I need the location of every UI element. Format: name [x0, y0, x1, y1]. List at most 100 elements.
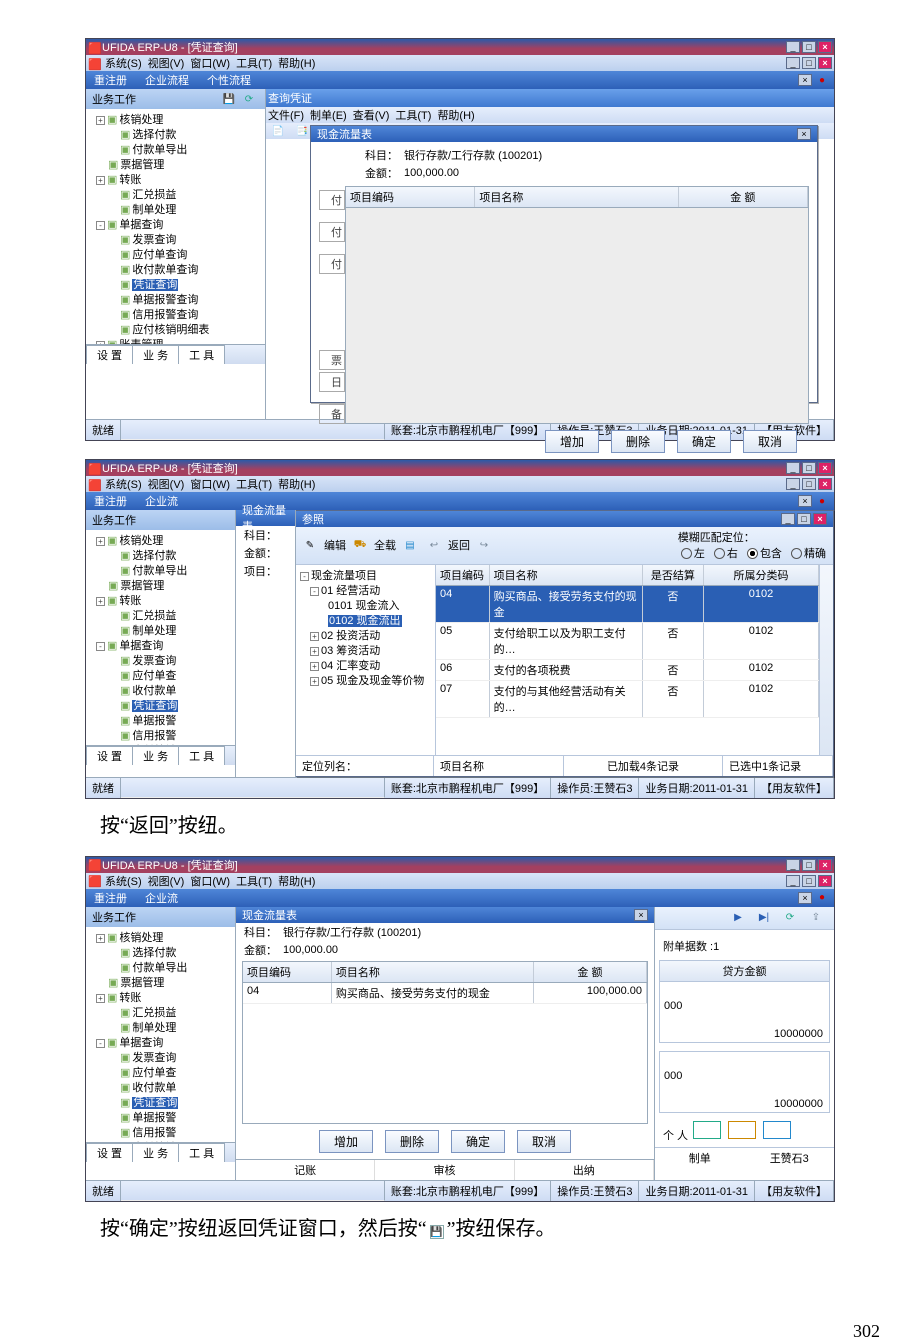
save-icon[interactable]: 💾	[222, 92, 236, 106]
delete-button[interactable]: 删除	[611, 430, 665, 453]
category-tree[interactable]: -现金流量项目 -01 经营活动 0101 现金流入 0102 现金流出 +02…	[296, 565, 436, 755]
bizflow-button[interactable]: 企业流	[139, 889, 184, 907]
bluebar-close-button[interactable]: ×	[798, 495, 812, 507]
menu-help[interactable]: 帮助(H)	[278, 873, 315, 889]
tool-loadall[interactable]: 全载	[374, 537, 396, 553]
menu-view[interactable]: 视图(V)	[148, 476, 185, 492]
nav-tree[interactable]: +▣核销处理 ▣选择付款 ▣付款单导出 ▣票据管理 +▣转账 ▣汇兑损益 ▣制单…	[86, 530, 235, 745]
ref-min-button[interactable]: _	[781, 513, 795, 525]
bizflow-button[interactable]: 企业流	[139, 492, 184, 510]
doc-menu-help[interactable]: 帮助(H)	[437, 107, 474, 123]
radio-left[interactable]: 左	[681, 545, 705, 561]
toolbar-print-icon[interactable]: 📑	[295, 124, 309, 138]
doc-menu-file[interactable]: 文件(F)	[268, 107, 304, 123]
menu-view[interactable]: 视图(V)	[148, 873, 185, 889]
mdi-minimize-button[interactable]: _	[786, 57, 800, 69]
ref-row-0[interactable]: 04购买商品、接受劳务支付的现金否0102	[436, 586, 819, 623]
menu-tools[interactable]: 工具(T)	[236, 55, 272, 71]
nav-last-icon[interactable]: ▶|	[757, 911, 771, 925]
reregister-button[interactable]: 重注册	[88, 492, 133, 510]
tab-settings[interactable]: 设 置	[86, 1143, 133, 1162]
dialog-close-button[interactable]: ×	[797, 128, 811, 140]
menu-system[interactable]: 系统(S)	[105, 873, 142, 889]
bizflow-button[interactable]: 企业流程	[139, 71, 195, 89]
menu-help[interactable]: 帮助(H)	[278, 55, 315, 71]
tab-settings[interactable]: 设 置	[86, 345, 133, 364]
tab-tools[interactable]: 工 具	[178, 746, 225, 765]
grid-row-0[interactable]: 04 购买商品、接受劳务支付的现金 100,000.00	[243, 983, 647, 1004]
radio-contains[interactable]: 包含	[747, 545, 782, 561]
back-icon[interactable]: ↩	[427, 538, 441, 552]
loadall-icon[interactable]: ⛟	[353, 538, 367, 552]
cancel-button[interactable]: 取消	[517, 1130, 571, 1153]
tab-tools[interactable]: 工 具	[178, 345, 225, 364]
tab-business[interactable]: 业 务	[132, 345, 179, 364]
menu-system[interactable]: 系统(S)	[105, 55, 142, 71]
reregister-button[interactable]: 重注册	[88, 71, 133, 89]
bluebar-close-button[interactable]: ×	[798, 892, 812, 904]
menu-system[interactable]: 系统(S)	[105, 476, 142, 492]
close-button[interactable]: ×	[818, 859, 832, 871]
cashflow-close-button[interactable]: ×	[634, 909, 648, 921]
doc-menu-make[interactable]: 制单(E)	[310, 107, 347, 123]
menu-window[interactable]: 窗口(W)	[190, 476, 230, 492]
grid-body-empty[interactable]	[346, 208, 808, 423]
doc-menu-view[interactable]: 查看(V)	[353, 107, 390, 123]
tool-back[interactable]: 返回	[448, 537, 470, 553]
mdi-close-button[interactable]: ×	[818, 478, 832, 490]
tab-business[interactable]: 业 务	[132, 1143, 179, 1162]
maximize-button[interactable]: □	[802, 41, 816, 53]
tab-business[interactable]: 业 务	[132, 746, 179, 765]
menu-help[interactable]: 帮助(H)	[278, 476, 315, 492]
ref-row-2[interactable]: 06支付的各项税费否0102	[436, 660, 819, 681]
dialog-titlebar[interactable]: 现金流量表 ×	[311, 126, 817, 142]
mdi-minimize-button[interactable]: _	[786, 478, 800, 490]
doc-menu-tool[interactable]: 工具(T)	[395, 107, 431, 123]
close-button[interactable]: ×	[818, 41, 832, 53]
menu-view[interactable]: 视图(V)	[148, 55, 185, 71]
mdi-maximize-button[interactable]: □	[802, 875, 816, 887]
nav-next-icon[interactable]: ▶	[731, 911, 745, 925]
radio-exact[interactable]: 精确	[791, 545, 826, 561]
personalflow-button[interactable]: 个性流程	[201, 71, 257, 89]
bluebar-close-button[interactable]: ×	[798, 74, 812, 86]
menu-tools[interactable]: 工具(T)	[236, 873, 272, 889]
add-button[interactable]: 增加	[319, 1130, 373, 1153]
minimize-button[interactable]: _	[786, 859, 800, 871]
tab-settings[interactable]: 设 置	[86, 746, 133, 765]
refresh-icon[interactable]: ⟳	[783, 911, 797, 925]
ok-button[interactable]: 确定	[451, 1130, 505, 1153]
ref-grid-body[interactable]: 04购买商品、接受劳务支付的现金否0102 05支付给职工以及为职工支付的…否0…	[436, 586, 819, 718]
radio-right[interactable]: 右	[714, 545, 738, 561]
toolbar-new-icon[interactable]: 📄	[271, 124, 285, 138]
ref-max-button[interactable]: □	[797, 513, 811, 525]
next-icon[interactable]: ↪	[477, 538, 491, 552]
nav-tree[interactable]: +▣核销处理 ▣选择付款 ▣付款单导出 ▣票据管理 +▣转账 ▣汇兑损益 ▣制单…	[86, 927, 235, 1142]
menu-window[interactable]: 窗口(W)	[190, 55, 230, 71]
reregister-button[interactable]: 重注册	[88, 889, 133, 907]
menu-tools[interactable]: 工具(T)	[236, 476, 272, 492]
tab-tools[interactable]: 工 具	[178, 1143, 225, 1162]
delete-button[interactable]: 删除	[385, 1130, 439, 1153]
close-button[interactable]: ×	[818, 462, 832, 474]
edit-icon[interactable]: ✎	[303, 538, 317, 552]
mdi-minimize-button[interactable]: _	[786, 875, 800, 887]
maximize-button[interactable]: □	[802, 462, 816, 474]
ok-button[interactable]: 确定	[677, 430, 731, 453]
ref-row-3[interactable]: 07支付的与其他经营活动有关的…否0102	[436, 681, 819, 718]
minimize-button[interactable]: _	[786, 41, 800, 53]
locate-col[interactable]: 项目名称	[434, 756, 564, 776]
add-button[interactable]: 增加	[545, 430, 599, 453]
refresh-icon[interactable]: ⟳	[242, 92, 256, 106]
filter-icon[interactable]: ▤	[403, 538, 417, 552]
mdi-close-button[interactable]: ×	[818, 57, 832, 69]
minimize-button[interactable]: _	[786, 462, 800, 474]
maximize-button[interactable]: □	[802, 859, 816, 871]
cancel-button[interactable]: 取消	[743, 430, 797, 453]
grid-scrollbar[interactable]	[819, 565, 833, 755]
tool-edit[interactable]: 编辑	[324, 537, 346, 553]
menu-window[interactable]: 窗口(W)	[190, 873, 230, 889]
ref-row-1[interactable]: 05支付给职工以及为职工支付的…否0102	[436, 623, 819, 660]
exit-icon[interactable]: ⇪	[809, 911, 823, 925]
nav-tree[interactable]: +▣核销处理 ▣选择付款 ▣付款单导出 ▣票据管理 +▣转账 ▣汇兑损益 ▣制单…	[86, 109, 265, 344]
